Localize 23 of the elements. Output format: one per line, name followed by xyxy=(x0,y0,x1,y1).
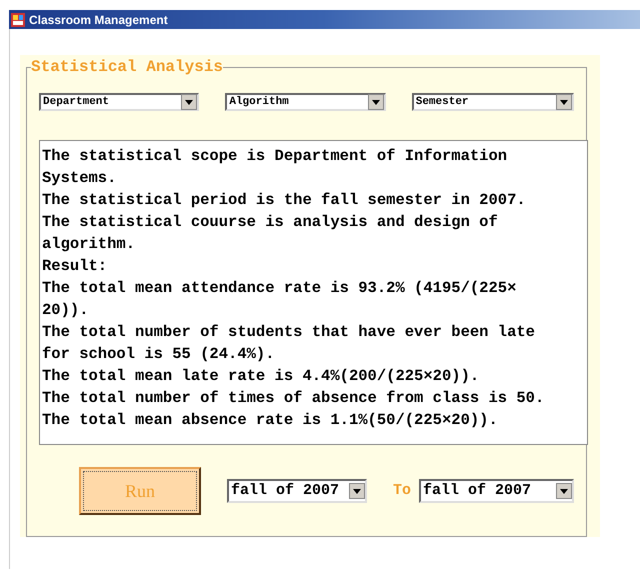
to-label: To xyxy=(392,480,411,501)
dropdown[interactable]: Semester xyxy=(412,93,574,111)
result-line: The total mean attendance rate is 93.2% (4195/(225× xyxy=(42,278,516,299)
result-line: The total mean absence rate is 1.1%(50/(225×20)). xyxy=(42,410,498,431)
dropdown[interactable]: fall of 2007 xyxy=(226,479,367,503)
result-line: Systems. xyxy=(42,168,116,189)
dropdown[interactable]: Department xyxy=(39,93,200,111)
result-line: The total number of times of absence from class is 50. xyxy=(42,388,544,409)
result-line: The statistical period is the fall semester in 2007. xyxy=(42,190,526,211)
result-line: The statistical scope is Department of Information xyxy=(42,146,508,167)
result-line: The statistical couurse is analysis and design of xyxy=(42,212,498,233)
result-line: for school is 55 (24.4%). xyxy=(42,344,275,365)
result-line: The total mean late rate is 4.4%(200/(225×20)). xyxy=(42,366,480,387)
window-title: Classroom Management xyxy=(29,12,168,28)
dropdown[interactable]: Algorithm xyxy=(225,93,386,111)
result-text-area[interactable] xyxy=(39,140,588,445)
result-line: The total number of students that have ever been late xyxy=(42,322,535,343)
app-icon xyxy=(11,12,25,26)
dropdown[interactable]: fall of 2007 xyxy=(419,479,574,503)
group-title: Statistical Analysis xyxy=(31,57,224,77)
result-line: 20)). xyxy=(42,300,89,321)
result-line: algorithm. xyxy=(42,234,136,255)
result-line: Result: xyxy=(42,256,108,277)
